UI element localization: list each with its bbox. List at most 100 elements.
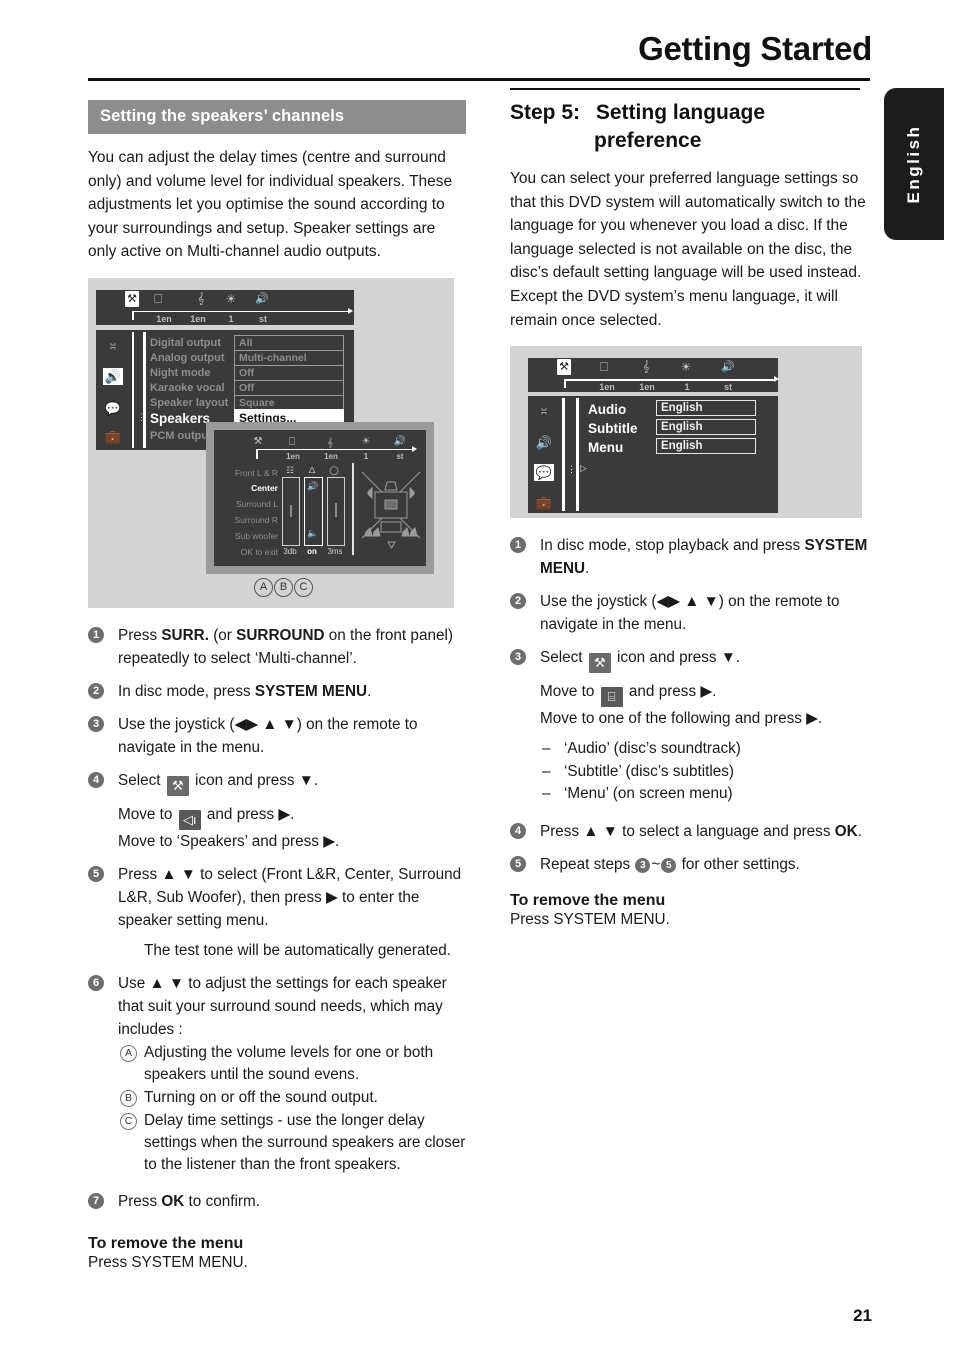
menu-item-value[interactable]: Off xyxy=(234,364,344,381)
delay-meter[interactable] xyxy=(327,476,345,546)
osd-axis-tick xyxy=(132,310,134,320)
osd-topbar-label: st xyxy=(258,313,268,324)
subtitle-icon: 💬 xyxy=(104,400,122,416)
speaker-settings-panel: ⚒ ⎕ 𝄞 ☀ 🔊 1en 1en 1 st Front L & R Cente… xyxy=(214,429,426,566)
menu-item-label[interactable]: Speaker layout xyxy=(150,397,228,409)
rail-divider xyxy=(562,398,565,512)
step-3: 3 Select ⚒ icon and press ▼. Move to ⌸ a… xyxy=(510,646,870,806)
sub-marker: A xyxy=(120,1044,137,1062)
disc-icon: ☀ xyxy=(225,291,237,306)
language-icon: 𝄞 xyxy=(327,436,333,447)
manual-page: Getting Started English Setting the spea… xyxy=(0,0,954,1352)
panel-divider xyxy=(352,462,354,555)
step-text: Press OK to confirm. xyxy=(118,1192,260,1210)
menu-item-value[interactable]: English xyxy=(656,438,756,455)
speaker-icon: △ xyxy=(308,463,316,474)
speaker-on-off-meter[interactable]: 🔊 🔈 xyxy=(304,476,323,546)
osd-axis-arrow xyxy=(774,376,779,383)
menu-item-label[interactable]: Subtitle xyxy=(588,421,638,436)
step-2: 2 Use the joystick (◀▶ ▲ ▼) on the remot… xyxy=(510,590,870,636)
step-text: Move to ◁ı and press ▶. Move to ‘Speakers… xyxy=(118,805,340,850)
sub-topbar-label: 1en xyxy=(324,451,338,461)
menu-item-label[interactable]: PCM output xyxy=(150,430,212,442)
display-icon: ⎕ xyxy=(600,359,608,375)
step-text: In disc mode, press SYSTEM MENU. xyxy=(118,682,372,700)
step-5: 5 Repeat steps 3 ~5 for other settings. xyxy=(510,853,870,876)
osd-topbar-label: 1 xyxy=(684,382,690,393)
step-text: Press ▲ ▼ to select (Front L&R, Center, … xyxy=(118,865,462,929)
disc-icon: ☀ xyxy=(680,360,692,375)
speaker-icon: 🔊 xyxy=(255,292,269,305)
disc-icon: ☀ xyxy=(361,435,371,447)
marker-a: A xyxy=(254,577,273,597)
subtitle-icon: ⌸ xyxy=(600,687,623,708)
header-divider xyxy=(88,78,870,81)
speakers-osd-figure: ⚒ ⎕ 𝄞 ☀ 🔊 1en 1en 1 st ⎶ 🔊 💬 💼 Digital o… xyxy=(88,277,454,608)
menu-item-value[interactable]: English xyxy=(656,419,756,436)
level-knob[interactable] xyxy=(290,504,292,517)
step-text: Select ⚒ icon and press ▼. xyxy=(540,646,870,674)
menu-item-label[interactable]: Audio xyxy=(588,402,626,417)
dash-marker: – xyxy=(542,762,551,780)
language-tab: English xyxy=(884,88,944,240)
selection-cursor-icon: ⋮ xyxy=(567,464,576,475)
level-meter[interactable] xyxy=(282,476,300,546)
step-title-line1: Setting language xyxy=(595,101,766,124)
disc-page-icon: ⎶ xyxy=(110,339,116,355)
marker-b: B xyxy=(274,577,293,597)
step-number: 7 xyxy=(88,1192,104,1209)
step-number: 4 xyxy=(88,771,104,788)
rail-divider xyxy=(132,331,134,448)
speaker-icon: 🔊 xyxy=(535,435,553,451)
speaker-name[interactable]: OK to exit xyxy=(216,547,278,557)
right-intro-text: You can select your preferred language s… xyxy=(510,170,866,329)
speaker-name[interactable]: Front L & R xyxy=(216,468,278,478)
menu-item-value[interactable]: Off xyxy=(234,379,344,396)
speaker-icon: ◁ı xyxy=(178,809,201,830)
step-text: Repeat steps 3 ~5 for other settings. xyxy=(540,855,800,873)
delay-knob[interactable] xyxy=(335,502,337,517)
menu-item-label[interactable]: Analog output xyxy=(150,352,225,364)
menu-item-label[interactable]: Karaoke vocal xyxy=(150,382,225,394)
sub-item-c: C Delay time settings - use the longer d… xyxy=(120,1110,466,1176)
osd-topbar-label: 1 xyxy=(228,313,234,324)
menu-item-label-selected[interactable]: Speakers xyxy=(150,411,210,426)
tools-icon: ⚒ xyxy=(557,359,571,376)
speaker-name[interactable]: Sub woofer xyxy=(216,531,278,541)
sub-item-a: A Adjusting the volume levels for one or… xyxy=(120,1042,466,1086)
step-6: 6 Use ▲ ▼ to adjust the settings for eac… xyxy=(88,972,466,1176)
menu-item-value[interactable]: English xyxy=(656,400,756,417)
menu-item-value[interactable]: All xyxy=(234,334,344,351)
right-column: Step 5: Setting language preference You … xyxy=(510,88,870,929)
tools-icon: ⚒ xyxy=(588,653,611,674)
step-2: 2 In disc mode, press SYSTEM MENU. xyxy=(88,680,466,703)
speaker-name-selected[interactable]: Center xyxy=(216,483,278,493)
section-title-bar: Setting the speakers’ channels xyxy=(88,100,466,134)
sub-text: Turning on or off the sound output. xyxy=(144,1088,378,1106)
dash-text: ‘Audio’ (disc’s soundtrack) xyxy=(564,740,741,758)
dash-item: – ‘Menu’ (on screen menu) xyxy=(540,783,870,806)
menu-item-value[interactable]: Multi-channel xyxy=(234,349,344,366)
step-number: 3 xyxy=(88,715,104,732)
tools-icon: ⚒ xyxy=(253,435,263,447)
language-tab-label: English xyxy=(904,124,923,204)
menu-item-label[interactable]: Menu xyxy=(588,440,623,455)
speaker-name[interactable]: Surround L xyxy=(216,499,278,509)
speaker-icon: 🔊 xyxy=(393,435,407,447)
step-1: 1 In disc mode, stop playback and press … xyxy=(510,534,870,580)
sub-axis-tick xyxy=(256,448,258,459)
left-column: Setting the speakers’ channels You can a… xyxy=(88,100,466,1272)
osd-topbar: ⚒ ⎕ 𝄞 ☀ 🔊 1en 1en 1 st xyxy=(96,289,354,325)
right-steps-list: 1 In disc mode, stop playback and press … xyxy=(510,534,870,876)
dash-marker: – xyxy=(542,740,551,758)
language-osd-figure: ⚒ ⎕ 𝄞 ☀ 🔊 1en 1en 1 st ⎶ 🔊 💬 💼 ⋮ ▷ Audio… xyxy=(510,346,862,519)
tools-icon: ⚒ xyxy=(125,290,139,307)
step-text: Move to ⌸ and press ▶. Move to one of the… xyxy=(540,683,823,728)
speaker-name[interactable]: Surround R xyxy=(216,515,278,525)
tools-icon: ⚒ xyxy=(166,775,189,796)
sub-item-b: B Turning on or off the sound output. xyxy=(120,1087,466,1109)
menu-item-label[interactable]: Night mode xyxy=(150,367,211,379)
speaker-settings-dialog: ⚒ ⎕ 𝄞 ☀ 🔊 1en 1en 1 st Front L & R Cente… xyxy=(206,421,434,574)
menu-item-label[interactable]: Digital output xyxy=(150,337,221,349)
step-number: 4 xyxy=(510,822,526,839)
